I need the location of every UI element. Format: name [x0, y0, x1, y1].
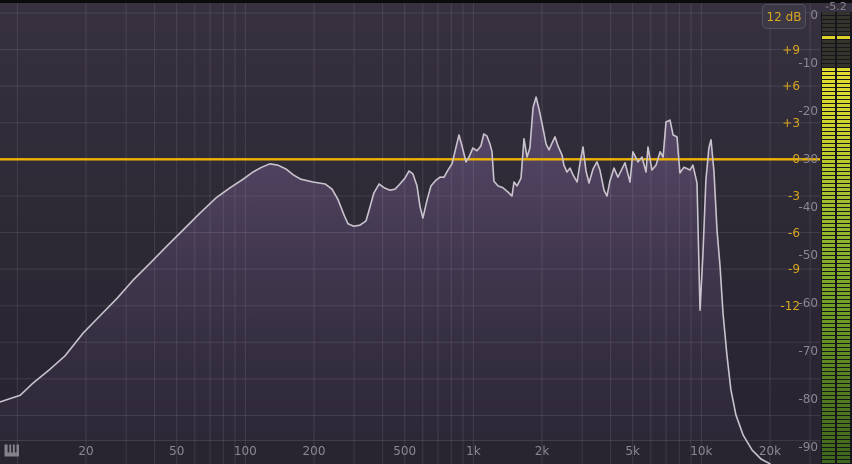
meter-segment-gaps — [822, 12, 835, 464]
gain-range-badge-label: 12 dB — [766, 9, 802, 24]
meter-segment-gaps — [837, 12, 850, 464]
eq-zero-line — [0, 158, 820, 161]
spectrum-plot-area[interactable] — [0, 0, 852, 464]
top-edge-bar — [0, 0, 852, 3]
meter-column-right — [837, 12, 850, 464]
meter-column-left — [822, 12, 835, 464]
freq-axis-strip — [0, 441, 820, 464]
output-level-meter — [821, 12, 852, 464]
piano-display-toggle-icon[interactable] — [4, 444, 20, 457]
gain-range-badge[interactable]: 12 dB — [762, 4, 806, 29]
eq-spectrum-analyzer-window: 20 50 100 200 500 1k 2k 5k 10k 20k 0 -10 -20 -30 -40 -5… — [0, 0, 852, 464]
